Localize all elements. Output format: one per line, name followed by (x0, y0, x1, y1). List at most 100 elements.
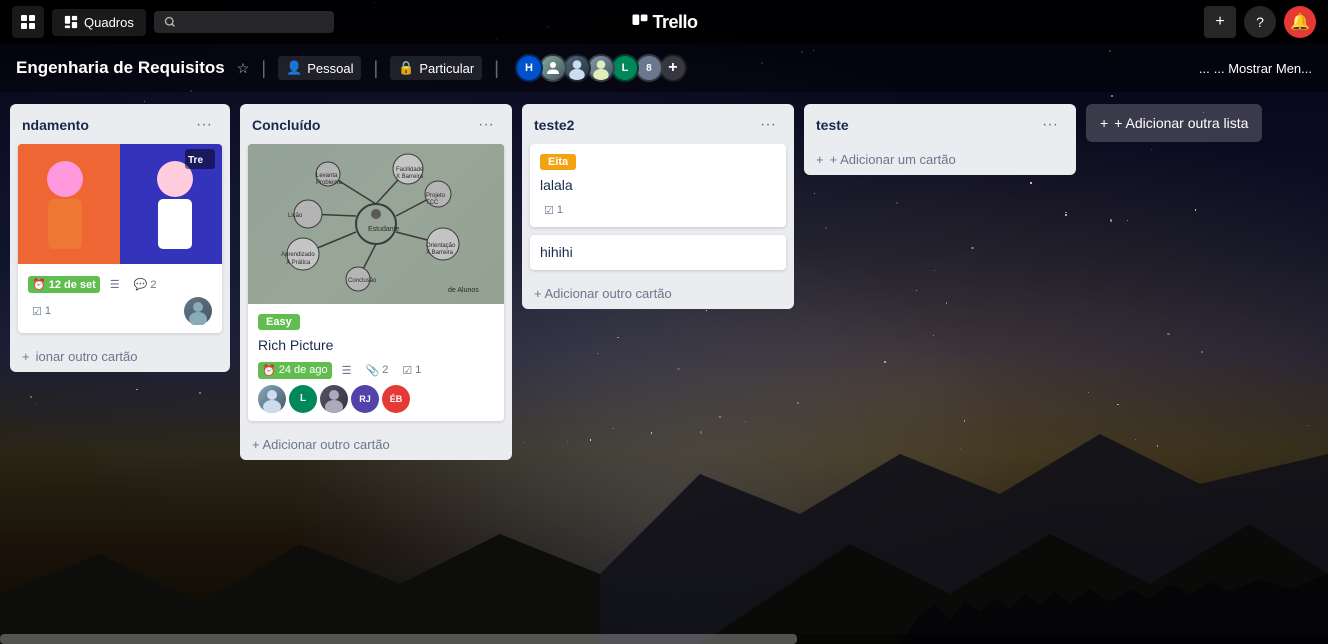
rich-picture-avatars-row: L RJ ÉB (258, 385, 494, 413)
topbar: Quadros Trello + ? 🔔 (0, 0, 1328, 44)
list-teste2: teste2 ··· Eita lalala ☑ 1 (522, 104, 794, 309)
topbar-left: Quadros (12, 6, 623, 38)
description-icon: ☰ (110, 278, 120, 291)
private-button[interactable]: 🔒 Particular (390, 56, 482, 80)
svg-text:Estudante: Estudante (368, 226, 400, 233)
svg-text:Facilidade: Facilidade (396, 167, 424, 173)
card-lalala-body: Eita lalala ☑ 1 (530, 144, 786, 227)
checklist-icon-rich: ☑ (402, 364, 412, 377)
add-card-button-teste[interactable]: + + Adicionar um cartão (804, 144, 1076, 175)
home-button[interactable] (12, 6, 44, 38)
notification-button[interactable]: 🔔 (1284, 6, 1316, 38)
add-card-label-partial: ionar outro cartão (36, 349, 138, 364)
description-icon-item: ☰ (106, 276, 124, 293)
card-avatars-partial (184, 297, 212, 325)
attachment-icon: 📎 (366, 364, 380, 377)
comments-item: 💬 2 (130, 276, 161, 293)
list-title-concluido: Concluído (252, 117, 320, 133)
add-card-icon-partial: + (22, 349, 30, 364)
comments-count: 2 (150, 279, 156, 291)
list-menu-button-partial[interactable]: ··· (190, 114, 218, 136)
rich-attachments: 📎 2 (362, 362, 393, 379)
search-box[interactable] (154, 11, 334, 33)
description-icon-rich: ☰ (342, 364, 352, 377)
list-title-teste: teste (816, 117, 849, 133)
list-header-partial: ndamento ··· (10, 104, 230, 144)
boards-button[interactable]: Quadros (52, 9, 146, 36)
info-button[interactable]: ? (1244, 6, 1276, 38)
list-cards-teste2: Eita lalala ☑ 1 hihihi (522, 144, 794, 278)
add-button[interactable]: + (1204, 6, 1236, 38)
visibility-button[interactable]: 👤 Pessoal (278, 56, 361, 80)
card-body-partial-1: ⏰ 12 de set ☰ 💬 2 ☑ (18, 264, 222, 333)
checklist-icon: ☑ (32, 305, 42, 318)
add-list-button[interactable]: + + Adicionar outra lista (1086, 104, 1262, 142)
notification-icon: 🔔 (1290, 12, 1310, 32)
add-card-icon-teste: + (816, 152, 824, 167)
avatar-8[interactable]: 8 (635, 54, 663, 82)
rich-avatar-rj: RJ (351, 385, 379, 413)
add-list-icon: + (1100, 115, 1108, 131)
rich-avatar-l: L (289, 385, 317, 413)
svg-text:X Barreira: X Barreira (396, 174, 424, 180)
add-card-label-teste2: + Adicionar outro cartão (534, 286, 672, 301)
svg-text:Orientação: Orientação (426, 243, 456, 249)
due-date-badge: ⏰ 12 de set (28, 276, 100, 293)
avatar-profile[interactable] (587, 54, 615, 82)
svg-text:Conclusão: Conclusão (348, 278, 377, 284)
scrollbar-thumb[interactable] (0, 634, 797, 644)
rich-picture-card-body: Easy Rich Picture ⏰ 24 de ago ☰ 📎 2 (248, 304, 504, 421)
board-content: ndamento ··· (0, 92, 1328, 644)
rich-picture-due-date: ⏰ 24 de ago (258, 362, 332, 379)
card-label-eita: Eita (540, 154, 576, 170)
checklist-icon-lalala: ☑ (544, 204, 554, 217)
list-teste: teste ··· + + Adicionar um cartão (804, 104, 1076, 175)
avatar-l[interactable]: L (611, 54, 639, 82)
list-partial: ndamento ··· (10, 104, 230, 372)
card-lalala-title: lalala (540, 176, 776, 196)
rich-picture-avatars: L RJ ÉB (258, 385, 410, 413)
clock-icon-rich: ⏰ (262, 364, 276, 377)
rich-avatar-3 (320, 385, 348, 413)
add-card-button-concluido[interactable]: + Adicionar outro cartão (240, 429, 512, 460)
rich-avatar-1 (258, 385, 286, 413)
topbar-center: Trello (631, 12, 698, 33)
list-menu-button-teste[interactable]: ··· (1036, 114, 1064, 136)
svg-text:de Alunos: de Alunos (448, 287, 479, 294)
svg-text:X Prática: X Prática (286, 260, 311, 266)
card-lalala-meta: ☑ 1 (540, 202, 776, 219)
add-list-label: + Adicionar outra lista (1114, 115, 1248, 131)
card-lalala[interactable]: Eita lalala ☑ 1 (530, 144, 786, 227)
trello-logo: Trello (631, 12, 698, 33)
avatar-2[interactable] (539, 54, 567, 82)
card-avatar-1 (184, 297, 212, 325)
svg-text:Aprendizado: Aprendizado (281, 252, 315, 258)
add-card-button-partial[interactable]: + ionar outro cartão (10, 341, 230, 372)
show-menu-button[interactable]: ... ... Mostrar Men... (1199, 61, 1312, 76)
svg-text:Lição: Lição (288, 213, 303, 219)
list-concluido: Concluído ··· (240, 104, 512, 460)
checklist-count: 1 (45, 305, 51, 317)
attachments-count: 2 (382, 364, 388, 376)
add-member-button[interactable]: + (659, 54, 687, 82)
rich-description-icon: ☰ (338, 362, 356, 379)
card-hihihi[interactable]: hihihi (530, 235, 786, 271)
card-partial-1[interactable]: Tre ⏰ 12 de set ☰ 💬 2 (18, 144, 222, 333)
star-icon[interactable]: ☆ (237, 60, 250, 77)
menu-dots: ... (1199, 61, 1210, 76)
list-header-teste2: teste2 ··· (522, 104, 794, 144)
horizontal-scrollbar[interactable] (0, 634, 1328, 644)
add-card-button-teste2[interactable]: + Adicionar outro cartão (522, 278, 794, 309)
trello-name: Trello (653, 12, 698, 33)
card-rich-picture[interactable]: Levanta Problema Facilidade X Barreira L… (248, 144, 504, 421)
avatar-h[interactable]: H (515, 54, 543, 82)
avatar-group: H L 8 + (519, 54, 687, 82)
rich-avatar-eb: ÉB (382, 385, 410, 413)
list-menu-button-teste2[interactable]: ··· (754, 114, 782, 136)
clock-icon: ⏰ (32, 278, 46, 291)
checklist-count-lalala: 1 (557, 204, 563, 216)
board-title[interactable]: Engenharia de Requisitos (16, 58, 225, 78)
list-menu-button-concluido[interactable]: ··· (472, 114, 500, 136)
rich-checklist: ☑ 1 (398, 362, 425, 379)
avatar-3[interactable] (563, 54, 591, 82)
